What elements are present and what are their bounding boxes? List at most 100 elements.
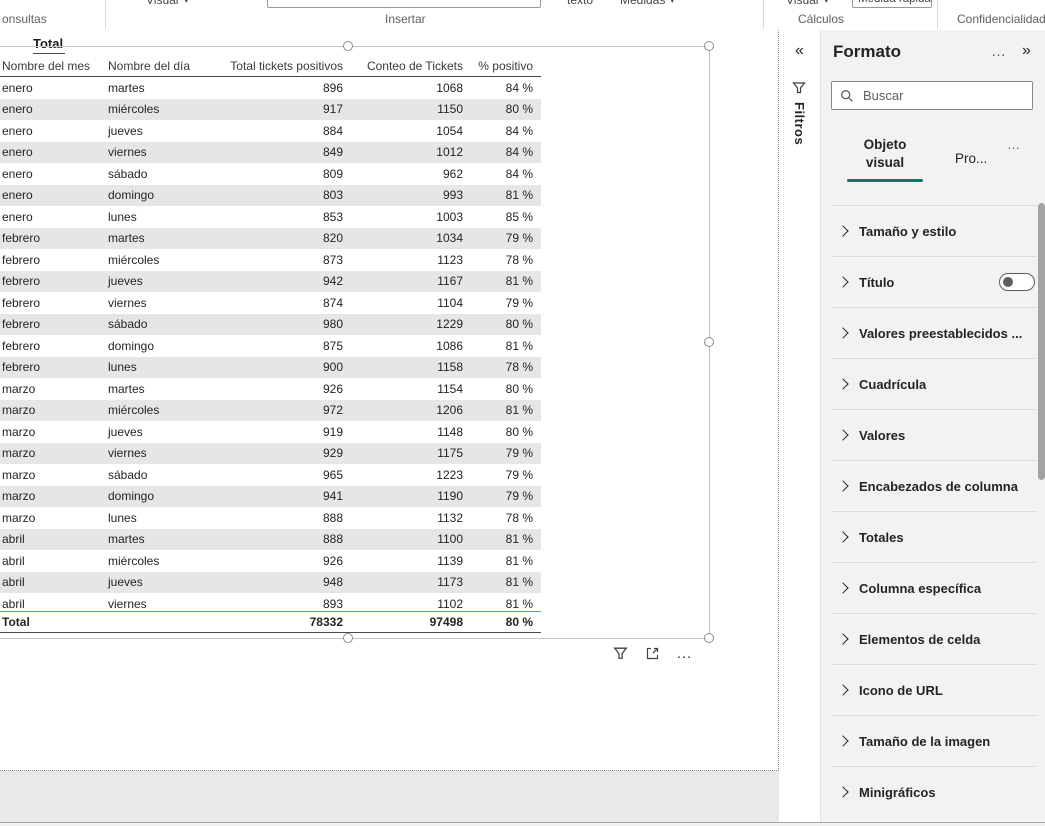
table-cell: 1003: [343, 210, 463, 224]
resize-handle-top[interactable]: [343, 41, 353, 51]
table-row: febrerolunes900115878 %: [0, 357, 541, 379]
table-cell: miércoles: [106, 554, 210, 568]
table-cell: 80 %: [463, 102, 539, 116]
tab-propiedades[interactable]: Pro...: [955, 151, 987, 166]
format-section-2[interactable]: Valores preestablecidos ...: [831, 307, 1037, 358]
table-cell: 79 %: [463, 296, 539, 310]
format-section-8[interactable]: Elementos de celda: [831, 613, 1037, 664]
table-cell: 1206: [343, 403, 463, 417]
format-section-11[interactable]: Minigráficos: [831, 766, 1037, 817]
table-row: marzolunes888113278 %: [0, 507, 541, 529]
chevron-right-icon: [837, 276, 848, 287]
resize-handle-top-right[interactable]: [704, 41, 714, 51]
table-row: enerolunes853100385 %: [0, 206, 541, 228]
search-input[interactable]: [861, 87, 1024, 104]
resize-handle-right[interactable]: [704, 337, 714, 347]
table-cell: 853: [210, 210, 343, 224]
format-pane: Formato … » Objeto visual Pro... … Tamañ…: [820, 30, 1045, 826]
table-cell: 1154: [343, 382, 463, 396]
table-cell: marzo: [0, 446, 106, 460]
expand-filters-icon[interactable]: «: [779, 42, 820, 60]
table-cell: martes: [106, 231, 210, 245]
format-sections: Tamaño y estiloTítuloValores preestablec…: [831, 205, 1037, 817]
table-cell: 873: [210, 253, 343, 267]
format-section-0[interactable]: Tamaño y estilo: [831, 205, 1037, 256]
table-cell: 81 %: [463, 339, 539, 353]
table-cell: 900: [210, 360, 343, 374]
format-section-7[interactable]: Columna específica: [831, 562, 1037, 613]
table-cell: 1104: [343, 296, 463, 310]
format-section-4[interactable]: Valores: [831, 409, 1037, 460]
table-cell: 78 %: [463, 360, 539, 374]
focus-mode-icon[interactable]: [644, 645, 661, 662]
table-total-row: Total783329749880 %: [0, 612, 541, 633]
column-header[interactable]: Conteo de Tickets: [343, 59, 463, 73]
format-section-3[interactable]: Cuadrícula: [831, 358, 1037, 409]
table-cell: enero: [0, 188, 106, 202]
column-header[interactable]: Nombre del día: [106, 59, 210, 73]
format-section-1[interactable]: Título: [831, 256, 1037, 307]
format-search-box[interactable]: [831, 81, 1033, 110]
ribbon-clipped-button[interactable]: Visual: [786, 0, 818, 7]
table-row: febrerosábado980122980 %: [0, 314, 541, 336]
table-cell: viernes: [106, 145, 210, 159]
column-header[interactable]: Nombre del mes: [0, 59, 106, 73]
more-options-icon[interactable]: …: [676, 649, 693, 659]
scrollbar-thumb[interactable]: [1038, 203, 1045, 480]
table-cell: 1173: [343, 575, 463, 589]
format-section-6[interactable]: Totales: [831, 511, 1037, 562]
resize-handle-bottom[interactable]: [343, 633, 353, 643]
table-visual[interactable]: Nombre del mesNombre del díaTotal ticket…: [0, 56, 541, 633]
selection-border-bottom: [0, 638, 710, 639]
ribbon-clipped-button[interactable]: Medidas: [620, 0, 665, 7]
column-header[interactable]: % positivo: [463, 59, 539, 73]
table-cell: 942: [210, 274, 343, 288]
ribbon-clipped-button[interactable]: Visual: [146, 0, 178, 7]
table-cell: 803: [210, 188, 343, 202]
table-cell: 926: [210, 382, 343, 396]
pane-more-options-icon[interactable]: …: [991, 43, 1007, 60]
chevron-right-icon: [837, 531, 848, 542]
filter-icon[interactable]: [612, 645, 629, 662]
ribbon-clipped-button[interactable]: Medida rápida: [858, 0, 931, 5]
ribbon-clipped-combobox[interactable]: [267, 0, 541, 8]
table-row: marzodomingo941119079 %: [0, 486, 541, 508]
table-cell: 896: [210, 81, 343, 95]
chevron-right-icon: [837, 735, 848, 746]
table-row: marzosábado965122379 %: [0, 464, 541, 486]
table-cell: 1132: [343, 511, 463, 525]
table-cell: marzo: [0, 511, 106, 525]
resize-handle-bottom-right[interactable]: [704, 633, 714, 643]
table-cell: 888: [210, 532, 343, 546]
tabs-overflow-icon[interactable]: …: [1007, 137, 1021, 152]
format-section-9[interactable]: Icono de URL: [831, 664, 1037, 715]
format-section-5[interactable]: Encabezados de columna: [831, 460, 1037, 511]
table-cell: 874: [210, 296, 343, 310]
collapse-pane-icon[interactable]: »: [1022, 42, 1031, 60]
bottom-divider: [0, 822, 1045, 823]
ribbon-group-label: onsultas: [2, 12, 47, 26]
filter-icon: [791, 80, 807, 101]
title-toggle[interactable]: [999, 273, 1035, 291]
format-section-label: Totales: [859, 530, 904, 545]
table-cell: 79 %: [463, 468, 539, 482]
table-cell: 78 %: [463, 253, 539, 267]
ribbon-divider: [763, 0, 764, 29]
table-cell: 81 %: [463, 188, 539, 202]
tab-objeto-visual[interactable]: Objeto visual: [847, 136, 923, 171]
ribbon-group-label: Insertar: [385, 12, 426, 26]
ribbon-clipped-button[interactable]: texto: [567, 0, 593, 7]
chevron-right-icon: [837, 225, 848, 236]
total-cell: 78332: [210, 615, 343, 629]
total-cell: 80 %: [463, 615, 539, 629]
format-section-10[interactable]: Tamaño de la imagen: [831, 715, 1037, 766]
filters-pane-title: Filtros: [792, 102, 807, 145]
chevron-right-icon: [837, 480, 848, 491]
table-cell: 81 %: [463, 575, 539, 589]
column-header[interactable]: Total tickets positivos: [210, 59, 343, 73]
table-cell: 1139: [343, 554, 463, 568]
ribbon: Visual ▾ texto Medidas ▾ Visual ▾ Medida…: [0, 0, 1045, 31]
table-cell: 941: [210, 489, 343, 503]
table-row: enerojueves884105484 %: [0, 120, 541, 142]
table-cell: 80 %: [463, 382, 539, 396]
